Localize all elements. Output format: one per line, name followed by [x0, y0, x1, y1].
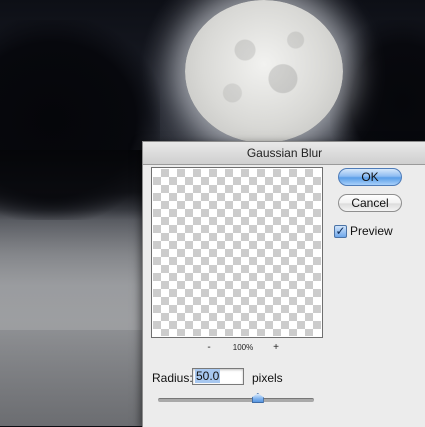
cancel-button[interactable]: Cancel: [338, 194, 402, 212]
ok-button[interactable]: OK: [338, 168, 402, 186]
preview-checkbox[interactable]: ✓: [334, 225, 347, 238]
transparency-checkerboard: [153, 169, 321, 336]
radius-input[interactable]: 50.0: [192, 368, 244, 385]
dialog-title: Gaussian Blur: [143, 142, 425, 165]
water-reflection: [0, 330, 160, 426]
zoom-in-button[interactable]: +: [269, 342, 283, 354]
radius-label: Radius:: [152, 371, 193, 385]
zoom-level: 100%: [232, 343, 254, 352]
units-label: pixels: [252, 371, 283, 385]
radius-slider-thumb[interactable]: [251, 393, 264, 403]
preview-label: Preview: [350, 224, 393, 238]
radius-value: 50.0: [195, 369, 221, 383]
zoom-controls: - 100% +: [151, 341, 323, 355]
preview-window[interactable]: [151, 167, 323, 338]
zoom-out-button[interactable]: -: [202, 342, 216, 354]
gaussian-blur-dialog: Gaussian Blur - 100% + OK Cancel ✓ Previ…: [142, 141, 425, 427]
radius-slider-track[interactable]: [158, 398, 314, 402]
checkmark-icon: ✓: [335, 224, 346, 238]
full-moon: [185, 0, 343, 143]
